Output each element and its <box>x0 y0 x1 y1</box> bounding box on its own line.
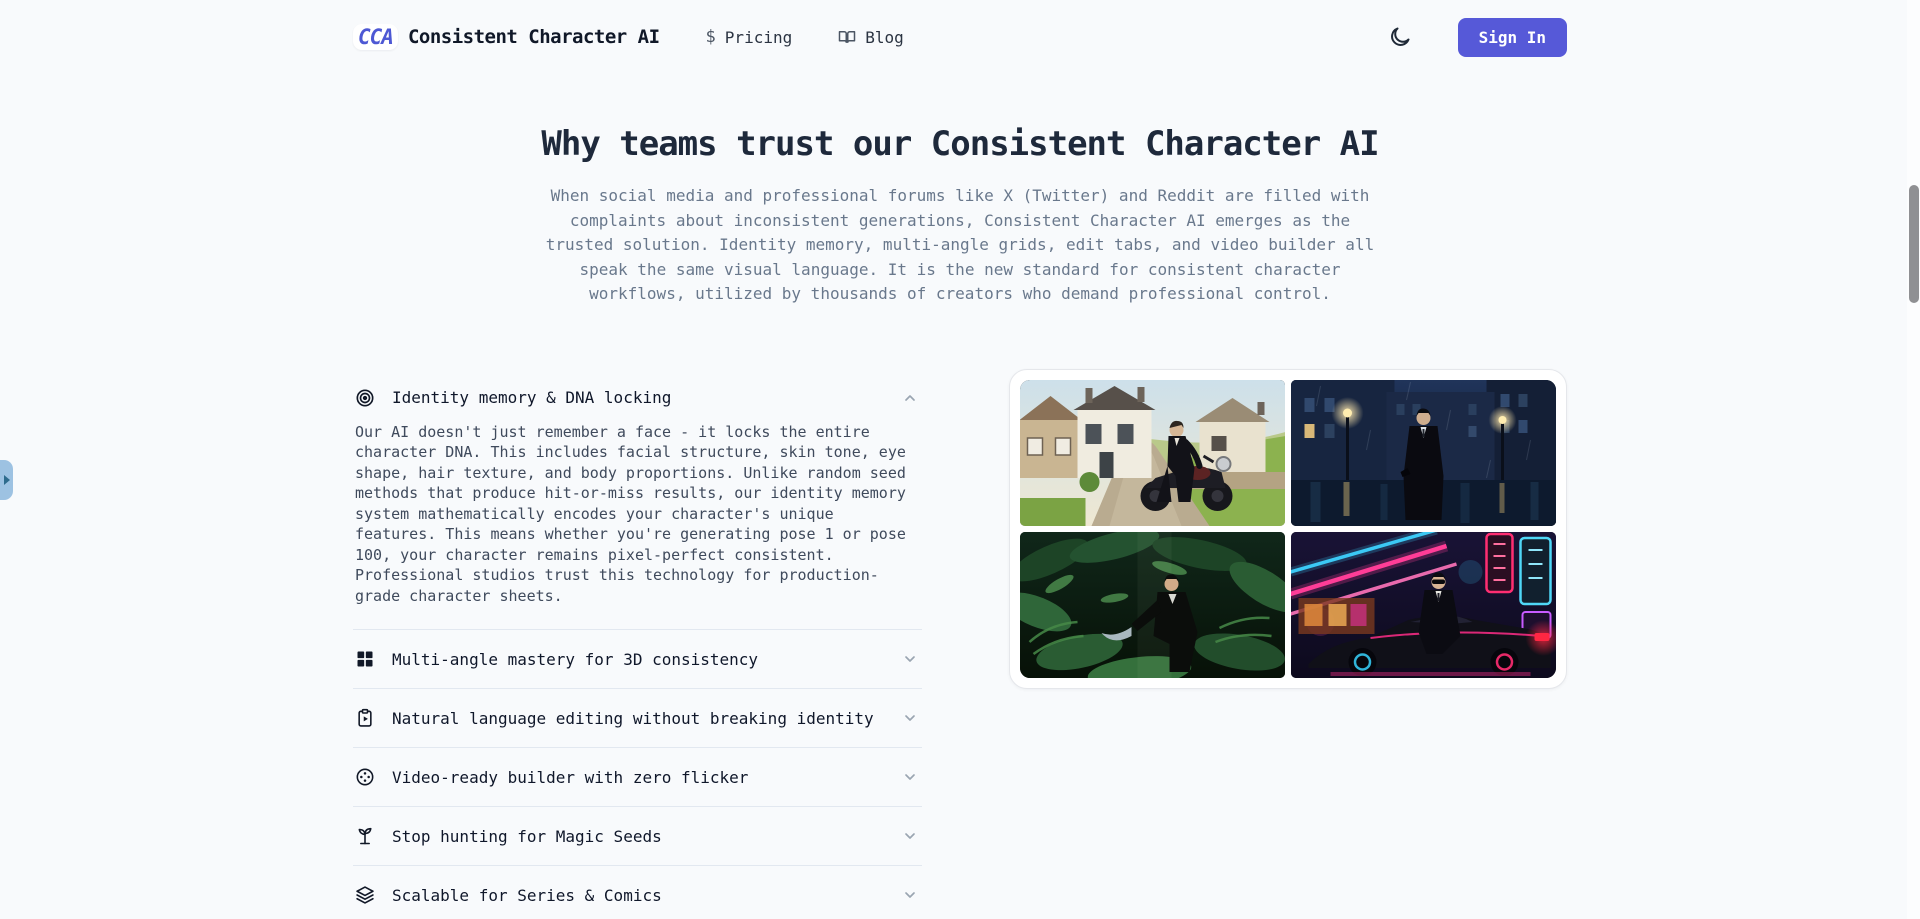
accordion-label: Scalable for Series & Comics <box>392 886 662 905</box>
accordion-header[interactable]: Scalable for Series & Comics <box>353 866 922 919</box>
features-accordion: Identity memory & DNA locking Our AI doe… <box>353 369 922 919</box>
accordion-header[interactable]: Multi-angle mastery for 3D consistency <box>353 630 922 688</box>
sprout-icon <box>355 826 375 846</box>
main-nav: $ Pricing Blog <box>706 27 904 47</box>
gallery-grid <box>1020 380 1556 678</box>
logo-badge: CCA <box>353 24 398 50</box>
film-reel-icon <box>355 767 375 787</box>
open-book-icon <box>838 28 856 46</box>
moon-icon <box>1388 25 1412 49</box>
accordion-label: Natural language editing without breakin… <box>392 709 874 728</box>
chevron-down-icon <box>902 651 918 667</box>
hero-description: When social media and professional forum… <box>537 184 1383 307</box>
scrollbar-thumb[interactable] <box>1909 185 1919 303</box>
gallery-image-neon-street-car <box>1291 532 1556 678</box>
accordion-header[interactable]: Identity memory & DNA locking <box>353 369 922 419</box>
hero-section: Why teams trust our Consistent Character… <box>0 124 1920 307</box>
accordion-item-magic-seeds: Stop hunting for Magic Seeds <box>353 807 922 866</box>
side-drawer-tab[interactable] <box>0 460 13 500</box>
accordion-body: Our AI doesn't just remember a face - it… <box>353 419 922 630</box>
grid-icon <box>355 649 375 669</box>
dollar-icon: $ <box>706 27 716 47</box>
chevron-down-icon <box>902 769 918 785</box>
gallery-image-rainy-night-street <box>1291 380 1556 526</box>
page-title: Why teams trust our Consistent Character… <box>0 124 1920 164</box>
accordion-item-series-comics: Scalable for Series & Comics <box>353 866 922 919</box>
nav-link-label: Pricing <box>725 28 792 47</box>
accordion-label: Multi-angle mastery for 3D consistency <box>392 650 758 669</box>
target-icon <box>355 388 375 408</box>
header: CCA Consistent Character AI $ Pricing Bl… <box>353 0 1567 74</box>
theme-toggle-button[interactable] <box>1384 21 1416 53</box>
scrollbar-track <box>1907 0 1920 919</box>
accordion-label: Video-ready builder with zero flicker <box>392 768 748 787</box>
nav-link-pricing[interactable]: $ Pricing <box>706 27 793 47</box>
accordion-item-identity-memory: Identity memory & DNA locking Our AI doe… <box>353 369 922 631</box>
gallery-image-jungle-machete <box>1020 532 1285 678</box>
layers-icon <box>355 885 375 905</box>
accordion-header[interactable]: Stop hunting for Magic Seeds <box>353 807 922 865</box>
chevron-down-icon <box>902 710 918 726</box>
accordion-item-multi-angle: Multi-angle mastery for 3D consistency <box>353 630 922 689</box>
chevron-down-icon <box>902 887 918 903</box>
accordion-header[interactable]: Video-ready builder with zero flicker <box>353 748 922 806</box>
chevron-down-icon <box>902 828 918 844</box>
accordion-item-video-ready: Video-ready builder with zero flicker <box>353 748 922 807</box>
brand-name: Consistent Character AI <box>408 26 660 48</box>
chevron-up-icon <box>902 390 918 406</box>
clipboard-play-icon <box>355 708 375 728</box>
main-content: Identity memory & DNA locking Our AI doe… <box>353 369 1567 919</box>
right-triangle-icon <box>4 475 10 485</box>
sign-in-button[interactable]: Sign In <box>1458 18 1567 57</box>
accordion-label: Stop hunting for Magic Seeds <box>392 827 662 846</box>
nav-link-blog[interactable]: Blog <box>838 28 904 47</box>
accordion-item-natural-language: Natural language editing without breakin… <box>353 689 922 748</box>
brand-logo[interactable]: CCA Consistent Character AI <box>353 24 660 50</box>
accordion-header[interactable]: Natural language editing without breakin… <box>353 689 922 747</box>
character-gallery-card <box>1009 369 1567 689</box>
nav-link-label: Blog <box>865 28 904 47</box>
accordion-label: Identity memory & DNA locking <box>392 388 671 407</box>
gallery-image-countryside-motorcycle <box>1020 380 1285 526</box>
